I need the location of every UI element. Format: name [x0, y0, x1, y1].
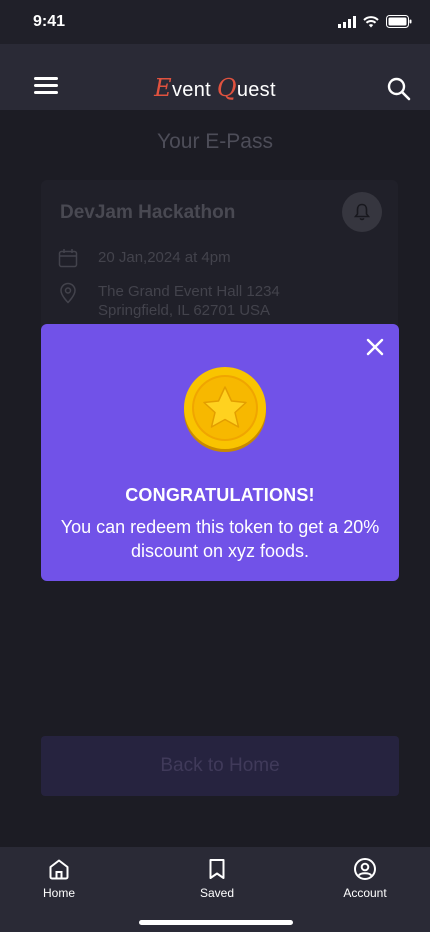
modal-message: You can redeem this token to get a 20% d… — [60, 517, 380, 561]
app-title: Event Quest — [154, 74, 276, 102]
home-indicator[interactable] — [139, 920, 293, 925]
reward-modal: CONGRATULATIONS! You can redeem this tok… — [41, 324, 399, 581]
nav-item-home[interactable]: Home — [19, 857, 99, 902]
bookmark-icon — [209, 859, 225, 879]
star-coin-icon — [184, 367, 266, 452]
nav-label-saved: Saved — [199, 886, 235, 900]
modal-title: CONGRATULATIONS! — [125, 485, 315, 505]
search-icon[interactable] — [386, 76, 412, 102]
nav-item-saved[interactable]: Saved — [177, 857, 257, 902]
wifi-icon — [363, 15, 379, 27]
status-bar: 9:41 — [0, 0, 430, 44]
signal-icon — [338, 15, 356, 28]
nav-item-account[interactable]: Account — [325, 857, 405, 902]
status-icons — [338, 15, 412, 28]
top-nav-bar: Event Quest — [0, 44, 430, 110]
close-icon[interactable] — [365, 337, 385, 357]
status-time: 9:41 — [33, 13, 66, 30]
nav-label-home: Home — [42, 886, 75, 900]
nav-label-account: Account — [343, 886, 387, 900]
home-icon — [49, 859, 69, 880]
account-icon — [354, 858, 376, 880]
battery-icon — [386, 15, 412, 28]
